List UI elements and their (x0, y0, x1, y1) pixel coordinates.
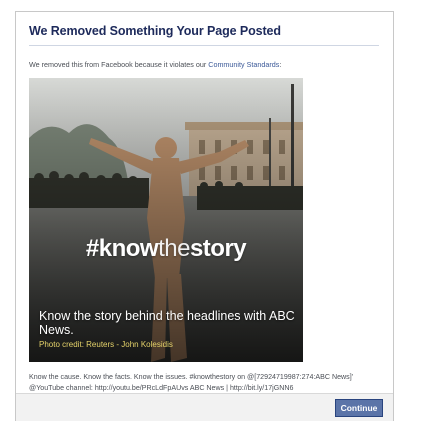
removed-post-dialog: We Removed Something Your Page Posted We… (15, 11, 394, 421)
post-caption: Know the cause. Know the facts. Know the… (29, 372, 384, 394)
continue-button[interactable]: Continue (335, 399, 383, 417)
knowthestory-hashtag: #knowthestory (29, 235, 303, 263)
caption-line-1: Know the cause. Know the facts. Know the… (29, 373, 354, 381)
removal-notice: We removed this from Facebook because it… (29, 60, 281, 69)
community-standards-link[interactable]: Community Standards (208, 60, 279, 69)
dialog-footer: Continue (16, 393, 393, 421)
image-headline: Know the story behind the headlines with… (39, 309, 295, 337)
title-divider (29, 45, 379, 46)
dialog-title: We Removed Something Your Page Posted (29, 24, 281, 38)
hashtag-part-know: #know (85, 235, 159, 262)
removal-notice-suffix: : (279, 60, 282, 69)
hashtag-part-the: the (158, 235, 190, 262)
hashtag-part-story: story (189, 235, 247, 262)
removal-notice-text: We removed this from Facebook because it… (29, 60, 209, 69)
photo-credit: Photo credit: Reuters - John Kolesidis (39, 340, 173, 349)
removed-post-image: #knowthestory Know the story behind the … (29, 78, 303, 362)
